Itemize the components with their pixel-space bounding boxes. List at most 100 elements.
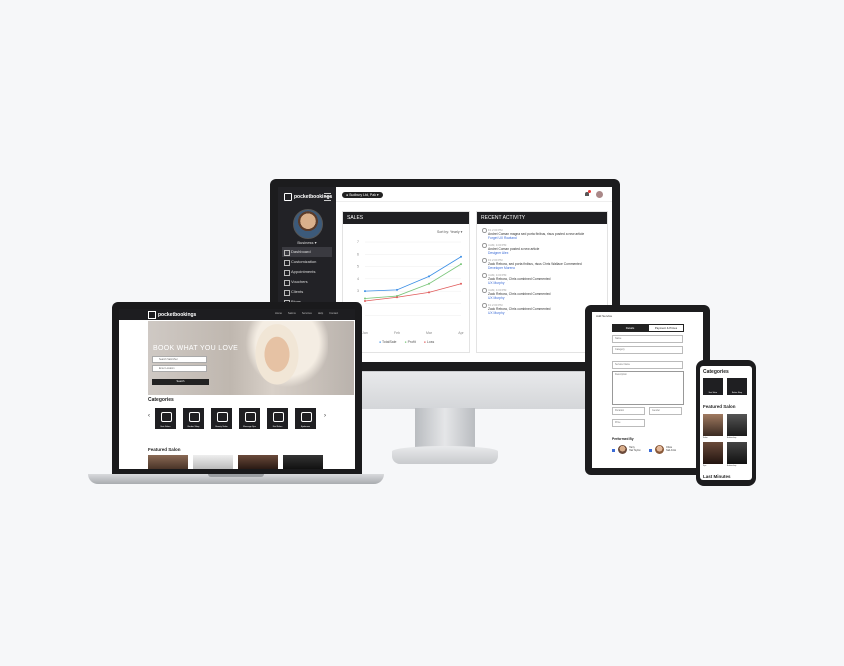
service-name-field[interactable]: Service Name [612,361,683,369]
name-field[interactable]: Name [612,335,683,343]
salon-image[interactable] [727,414,747,436]
category-select[interactable]: Category [612,346,683,354]
featured-salon-card[interactable] [148,455,188,469]
data-point [428,291,430,294]
category-hair-salon[interactable]: Hair Salon [155,408,176,429]
x-tick-label: Mar [426,331,433,335]
duration-select[interactable]: Duration [612,407,645,415]
description-field[interactable]: Description [612,371,684,405]
activity-link[interactable]: Designer Alex [488,251,604,255]
avatar [618,445,627,454]
featured-title: Featured Salon [703,404,736,409]
category-barber-shop[interactable]: Barber Shop [183,408,204,429]
search-input[interactable]: Search Salon/Ser [152,356,207,363]
form-title: Add Service [596,314,613,318]
categories-title: Categories [148,397,174,403]
salon-image[interactable] [727,442,747,464]
data-point [396,296,398,299]
activity-link[interactable]: UX Murphy [488,296,604,300]
y-tick-label: 6 [357,252,359,256]
eyebrow-icon [301,412,312,422]
form-tabs: Details Payment & Prices [612,324,684,332]
activity-item[interactable]: 4 AM, 4:00 PM Zack Rebora, Chris combined… [482,273,604,285]
data-point [364,297,366,300]
data-point [428,282,430,285]
performed-by-title: Performed By [612,437,634,441]
featured-salon-card[interactable] [283,455,323,469]
tab-details[interactable]: Details [612,324,648,332]
activity-title: RECENT ACTIVITY [477,212,607,224]
prev-arrow-icon[interactable]: ‹ [148,413,150,419]
logo-icon [284,193,292,201]
salon-image[interactable] [703,414,723,436]
category-nail-salon[interactable]: Nail Salon [267,408,288,429]
data-point [428,275,430,278]
staff-checkbox[interactable] [612,449,615,452]
sidebar-item-dashboard[interactable]: Dashboard [282,247,332,257]
series-line-profit [364,263,462,299]
tab-payment-prices[interactable]: Payment & Prices [648,324,684,332]
hairdryer-icon [161,412,172,422]
user-avatar[interactable] [596,191,603,198]
x-tick-label: Feb [394,331,400,335]
legend-totalsale: ● TotalSale [379,340,397,344]
salon-label: Spa [703,465,707,467]
site-logo[interactable]: pocketbookings [148,311,196,319]
y-tick-label: 4 [357,277,359,281]
nav-link-contact[interactable]: Contact [329,312,338,315]
activity-link[interactable]: Forget UX Rowland [488,236,604,240]
legend-loss: ● Loss [423,340,435,344]
activity-link[interactable]: Developer Moreno [488,266,604,270]
monitor-stand [415,408,475,448]
data-point [460,255,462,258]
sidebar-nav: Dashboard Customization Appointments Vou… [282,247,332,307]
activity-item[interactable]: 4 AM, 4:00 PM Andrei Coman posted a new a… [482,243,604,255]
featured-salon-card[interactable] [238,455,278,469]
sidebar-item-appointments[interactable]: Appointments [282,267,332,277]
location-input[interactable]: Enter Location [152,365,207,372]
nav-link-salons[interactable]: Salons [288,312,296,315]
category-beauty-salon[interactable]: Beauty Salon [211,408,232,429]
bell-icon[interactable] [585,190,591,196]
featured-title: Featured Salon [148,447,181,452]
nail-polish-icon [273,412,284,422]
laptop-notch [208,474,264,477]
menu-icon[interactable] [324,193,331,201]
category-massage-spa[interactable]: Massage Spa [239,408,260,429]
staff-checkbox[interactable] [649,449,652,452]
category-hair-salon[interactable]: Hair Salon [703,378,723,395]
nav-link-home[interactable]: Home [275,312,282,315]
data-point [364,299,366,302]
scissors-icon [189,412,200,422]
activity-item[interactable]: Fri 2:00 PM Andrei Coman magna sed porta … [482,228,604,240]
hero-face [248,321,306,395]
sort-select[interactable]: Sort by: Yearly ▾ [437,230,462,234]
hero-title: BOOK WHAT YOU LOVE [153,345,239,352]
activity-item[interactable]: Fri 2:00 PM Zack Rebora, sed porta finibu… [482,258,604,270]
series-line-loss [364,283,462,302]
data-point [460,282,462,285]
salon-label: Barbershop [727,465,737,467]
location-selector[interactable]: ● Sudbury Ltd, Pak ▾ [342,192,383,198]
series-line-totalsale [364,256,462,292]
activity-link[interactable]: UX Murphy [488,281,604,285]
search-button[interactable]: Search [152,379,209,385]
nav-link-services[interactable]: Services [302,312,312,315]
tablet-add-service: Add Service Details Payment & Prices Nam… [592,312,703,468]
sidebar-item-customization[interactable]: Customization [282,257,332,267]
avatar[interactable] [293,209,323,239]
category-barber-shop[interactable]: Barber Shop [727,378,747,395]
y-tick-label: 5 [357,265,359,269]
activity-item[interactable]: 4 AM, 4:00 PM Zack Rebora, Chris combined… [482,288,604,300]
salon-image[interactable] [703,442,723,464]
data-point [364,290,366,293]
next-arrow-icon[interactable]: › [324,413,326,419]
featured-salon-card[interactable] [193,455,233,469]
sidebar-item-vouchers[interactable]: Vouchers [282,277,332,287]
business-name[interactable]: Business ▾ [278,240,336,245]
nav-link-help[interactable]: Help [318,312,323,315]
price-field[interactable]: Price [612,419,645,427]
gender-select[interactable]: Gender [649,407,682,415]
sidebar-item-clients[interactable]: Clients [282,287,332,297]
category-eyebrows[interactable]: Eyebrows [295,408,316,429]
